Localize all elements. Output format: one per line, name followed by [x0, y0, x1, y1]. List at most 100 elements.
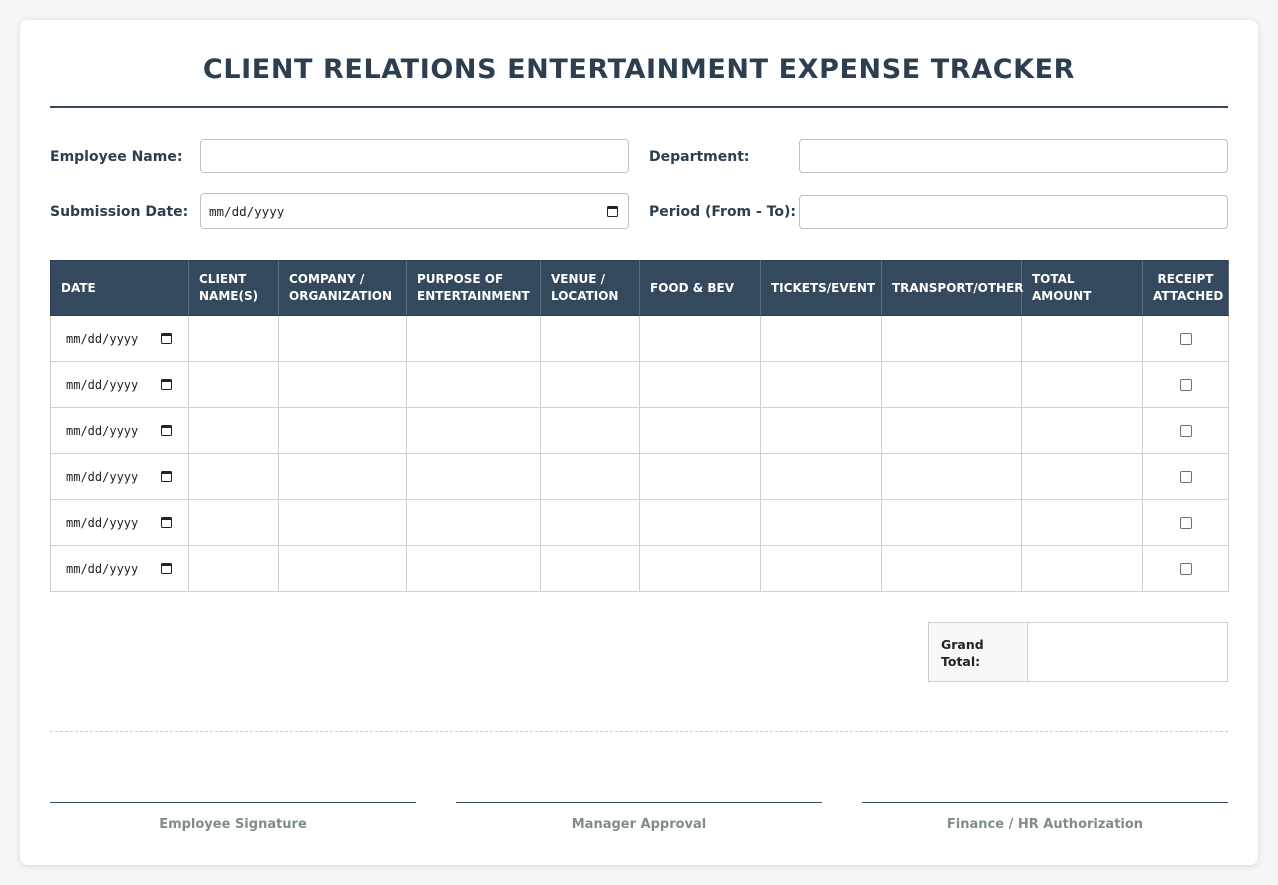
header-date: DATE	[50, 260, 189, 316]
date-cell[interactable]: mm/dd/yyyy	[50, 315, 189, 362]
client-names-cell[interactable]	[188, 453, 279, 500]
expense-table: DATE CLIENT NAME(S) COMPANY / ORGANIZATI…	[50, 260, 1229, 592]
manager-approval-line[interactable]: Manager Approval	[456, 802, 822, 832]
receipt-checkbox[interactable]	[1179, 516, 1192, 529]
calendar-icon[interactable]	[161, 517, 172, 528]
finance-hr-authorization-line[interactable]: Finance / HR Authorization	[862, 802, 1228, 832]
finance-hr-authorization-label: Finance / HR Authorization	[946, 817, 1144, 832]
venue-cell[interactable]	[540, 499, 640, 546]
period-input[interactable]	[799, 195, 1228, 229]
period-label: Period (From - To):	[649, 204, 797, 220]
row-date-input[interactable]: mm/dd/yyyy	[51, 562, 188, 576]
food-bev-cell[interactable]	[639, 499, 761, 546]
company-cell[interactable]	[278, 407, 407, 454]
date-cell[interactable]: mm/dd/yyyy	[50, 407, 189, 454]
venue-cell[interactable]	[540, 315, 640, 362]
tickets-cell[interactable]	[760, 361, 882, 408]
transport-cell[interactable]	[881, 407, 1022, 454]
venue-cell[interactable]	[540, 545, 640, 592]
food-bev-cell[interactable]	[639, 361, 761, 408]
food-bev-cell[interactable]	[639, 545, 761, 592]
purpose-cell[interactable]	[406, 545, 541, 592]
venue-cell[interactable]	[540, 361, 640, 408]
receipt-checkbox[interactable]	[1179, 332, 1192, 345]
tickets-cell[interactable]	[760, 407, 882, 454]
row-date-placeholder: mm/dd/yyyy	[66, 561, 139, 576]
row-date-input[interactable]: mm/dd/yyyy	[51, 378, 188, 392]
total-amount-cell[interactable]	[1021, 315, 1143, 362]
grand-total-label: Grand Total:	[929, 623, 1028, 681]
header-company: COMPANY / ORGANIZATION	[278, 260, 407, 316]
venue-cell[interactable]	[540, 407, 640, 454]
company-cell[interactable]	[278, 453, 407, 500]
grand-total-input[interactable]	[1028, 623, 1227, 681]
row-date-input[interactable]: mm/dd/yyyy	[51, 332, 188, 346]
client-names-cell[interactable]	[188, 407, 279, 454]
employee-signature-line[interactable]: Employee Signature	[50, 802, 416, 832]
company-cell[interactable]	[278, 545, 407, 592]
header-purpose: PURPOSE OF ENTERTAINMENT	[406, 260, 541, 316]
header-total-amount: TOTAL AMOUNT	[1021, 260, 1143, 316]
total-amount-cell[interactable]	[1021, 361, 1143, 408]
row-date-input[interactable]: mm/dd/yyyy	[51, 516, 188, 530]
client-names-cell[interactable]	[188, 315, 279, 362]
row-date-input[interactable]: mm/dd/yyyy	[51, 424, 188, 438]
page-title: CLIENT RELATIONS ENTERTAINMENT EXPENSE T…	[202, 54, 1076, 85]
client-names-cell[interactable]	[188, 499, 279, 546]
purpose-cell[interactable]	[406, 453, 541, 500]
row-date-placeholder: mm/dd/yyyy	[66, 377, 139, 392]
food-bev-cell[interactable]	[639, 407, 761, 454]
submission-date-input[interactable]: mm/dd/yyyy	[200, 193, 629, 229]
receipt-cell	[1142, 545, 1229, 592]
date-cell[interactable]: mm/dd/yyyy	[50, 361, 189, 408]
tickets-cell[interactable]	[760, 315, 882, 362]
transport-cell[interactable]	[881, 545, 1022, 592]
row-date-input[interactable]: mm/dd/yyyy	[51, 470, 188, 484]
total-amount-cell[interactable]	[1021, 453, 1143, 500]
purpose-cell[interactable]	[406, 361, 541, 408]
transport-cell[interactable]	[881, 361, 1022, 408]
company-cell[interactable]	[278, 315, 407, 362]
employee-name-label: Employee Name:	[50, 149, 183, 165]
receipt-cell	[1142, 407, 1229, 454]
transport-cell[interactable]	[881, 453, 1022, 500]
tickets-cell[interactable]	[760, 545, 882, 592]
tickets-cell[interactable]	[760, 499, 882, 546]
calendar-icon[interactable]	[161, 425, 172, 436]
total-amount-cell[interactable]	[1021, 545, 1143, 592]
tickets-cell[interactable]	[760, 453, 882, 500]
company-cell[interactable]	[278, 361, 407, 408]
total-amount-cell[interactable]	[1021, 407, 1143, 454]
purpose-cell[interactable]	[406, 499, 541, 546]
food-bev-cell[interactable]	[639, 453, 761, 500]
table-row: mm/dd/yyyy	[50, 545, 1229, 592]
receipt-checkbox[interactable]	[1179, 470, 1192, 483]
receipt-checkbox[interactable]	[1179, 424, 1192, 437]
food-bev-cell[interactable]	[639, 315, 761, 362]
employee-name-input[interactable]	[200, 139, 629, 173]
company-cell[interactable]	[278, 499, 407, 546]
transport-cell[interactable]	[881, 315, 1022, 362]
calendar-icon[interactable]	[607, 205, 618, 217]
calendar-icon[interactable]	[161, 333, 172, 344]
date-cell[interactable]: mm/dd/yyyy	[50, 499, 189, 546]
purpose-cell[interactable]	[406, 407, 541, 454]
receipt-checkbox[interactable]	[1179, 378, 1192, 391]
calendar-icon[interactable]	[161, 471, 172, 482]
expense-form-card: CLIENT RELATIONS ENTERTAINMENT EXPENSE T…	[20, 20, 1258, 865]
venue-cell[interactable]	[540, 453, 640, 500]
total-amount-cell[interactable]	[1021, 499, 1143, 546]
client-names-cell[interactable]	[188, 361, 279, 408]
manager-approval-label: Manager Approval	[571, 817, 707, 832]
purpose-cell[interactable]	[406, 315, 541, 362]
transport-cell[interactable]	[881, 499, 1022, 546]
table-row: mm/dd/yyyy	[50, 407, 1229, 454]
date-cell[interactable]: mm/dd/yyyy	[50, 453, 189, 500]
calendar-icon[interactable]	[161, 563, 172, 574]
client-names-cell[interactable]	[188, 545, 279, 592]
date-cell[interactable]: mm/dd/yyyy	[50, 545, 189, 592]
calendar-icon[interactable]	[161, 379, 172, 390]
receipt-cell	[1142, 453, 1229, 500]
department-input[interactable]	[799, 139, 1228, 173]
receipt-checkbox[interactable]	[1179, 562, 1192, 575]
